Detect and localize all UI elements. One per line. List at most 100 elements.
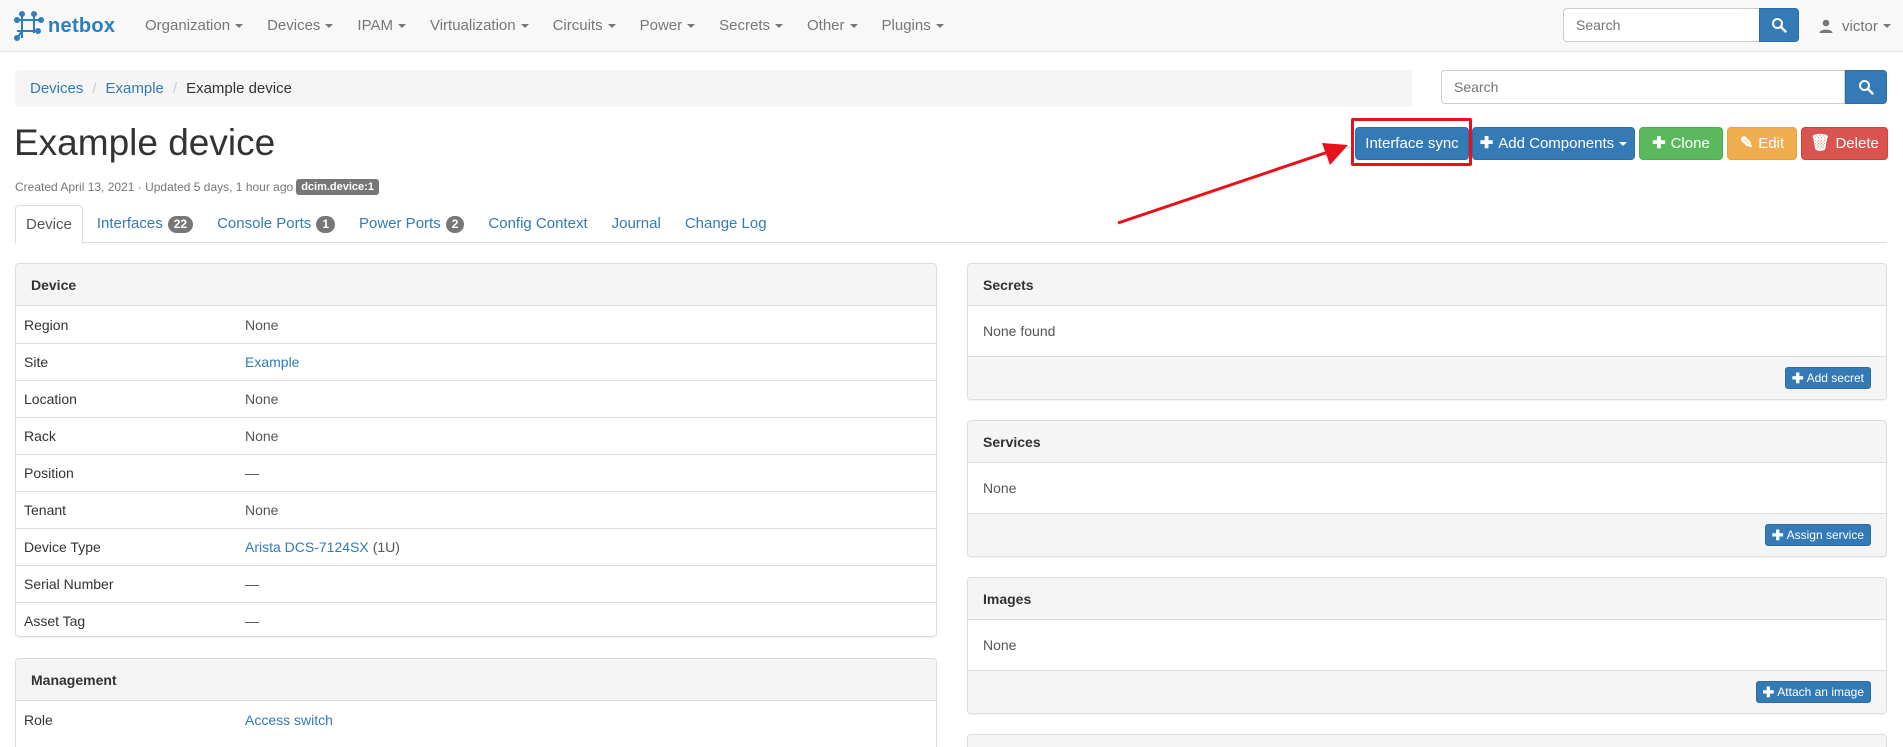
menu-label: Devices (267, 17, 321, 34)
attr-value: None (245, 502, 279, 518)
menu-devices[interactable]: Devices (255, 0, 345, 52)
search-icon (1859, 80, 1874, 95)
management-panel: Management Role Access switch (15, 658, 937, 747)
tab-interfaces[interactable]: Interfaces 22 (87, 205, 203, 243)
breadcrumb-devices[interactable]: Devices (30, 80, 83, 97)
device-tabs: Device Interfaces 22 Console Ports 1 Power… (15, 205, 1887, 244)
plus-icon: ✚ (1652, 134, 1666, 152)
search-icon (1772, 18, 1787, 33)
menu-other[interactable]: Other (795, 0, 870, 52)
role-link[interactable]: Access switch (245, 712, 333, 728)
panel-heading (968, 735, 1886, 747)
attr-value: None (245, 316, 279, 333)
panel-heading: Device (16, 264, 936, 306)
tab-config-context[interactable]: Config Context (478, 205, 597, 243)
created-updated-text: Created April 13, 2021 · Updated 5 days,… (15, 180, 294, 194)
menu-circuits[interactable]: Circuits (541, 0, 628, 52)
table-row: Region None (16, 306, 936, 343)
menu-secrets[interactable]: Secrets (707, 0, 795, 52)
brand-name: netbox (48, 14, 116, 37)
panel-heading: Services (968, 421, 1886, 463)
panel-footer: ✚ Add secret (968, 356, 1886, 399)
site-link[interactable]: Example (245, 354, 299, 370)
page-search-button[interactable] (1845, 70, 1887, 104)
tab-journal[interactable]: Journal (602, 205, 671, 243)
count-badge: 1 (316, 215, 335, 233)
table-row: Rack None (16, 417, 936, 454)
tab-device[interactable]: Device (15, 205, 83, 244)
caret-down-icon (935, 24, 944, 29)
attr-key: Location (24, 391, 77, 407)
table-row: Serial Number — (16, 565, 936, 602)
panel-body-text: None found (983, 323, 1056, 339)
menu-ipam[interactable]: IPAM (345, 0, 418, 52)
panel-footer: ✚ Attach an image (968, 670, 1886, 713)
user-menu[interactable]: victor (1818, 0, 1891, 52)
caret-down-icon (607, 24, 616, 29)
menu-organization[interactable]: Organization (133, 0, 255, 52)
delete-button[interactable]: 🗑 Delete (1801, 127, 1888, 160)
attr-key: Role (24, 711, 53, 728)
tab-label: Console Ports (217, 215, 312, 232)
attr-key: Rack (24, 428, 56, 444)
tab-label: Device (26, 215, 72, 233)
page-title: Example device (14, 122, 276, 163)
tab-label: Interfaces (96, 215, 163, 232)
navbar-search-button[interactable] (1759, 8, 1799, 42)
menu-plugins[interactable]: Plugins (870, 0, 956, 52)
attr-key: Region (24, 316, 69, 333)
table-row: Location None (16, 380, 936, 417)
caret-down-icon (1882, 24, 1891, 28)
table-row: Tenant None (16, 491, 936, 528)
username: victor (1842, 17, 1878, 35)
attr-value: None (245, 428, 279, 444)
device-type-link[interactable]: Arista DCS-7124SX (245, 539, 369, 555)
tab-label: Change Log (684, 215, 767, 232)
button-label: Add Components (1498, 135, 1615, 152)
caret-down-icon (775, 24, 783, 29)
attach-image-button[interactable]: ✚ Attach an image (1755, 681, 1871, 703)
device-panel: Device Region None Site Example Location No… (15, 263, 937, 637)
plus-icon: ✚ (1771, 527, 1784, 543)
brand-logo[interactable]: netbox (14, 10, 115, 42)
caret-down-icon (520, 24, 529, 29)
button-label: Add secret (1806, 371, 1864, 385)
table-row: Device Type Arista DCS-7124SX (1U) (16, 528, 936, 565)
button-label: Attach an image (1777, 685, 1864, 699)
tab-console-ports[interactable]: Console Ports 1 (207, 205, 345, 243)
edit-button[interactable]: ✎ Edit (1727, 127, 1797, 160)
images-panel: Images None ✚ Attach an image (967, 577, 1887, 714)
object-id-tag: dcim.device:1 (296, 179, 379, 195)
menu-label: Power (639, 17, 683, 34)
netbox-logo-icon (14, 11, 44, 41)
menu-label: Plugins (881, 17, 931, 34)
panel-footer: ✚ Assign service (968, 513, 1886, 556)
add-secret-button[interactable]: ✚ Add secret (1784, 367, 1871, 389)
caret-down-icon (325, 24, 334, 29)
plus-icon: ✚ (1762, 684, 1775, 700)
attr-key: Serial Number (24, 576, 114, 592)
top-navbar: netbox Organization Devices IPAM Virtual… (0, 0, 1903, 52)
clone-button[interactable]: ✚ Clone (1639, 127, 1723, 160)
tab-power-ports[interactable]: Power Ports 2 (349, 205, 474, 243)
menu-virtualization[interactable]: Virtualization (418, 0, 541, 52)
menu-label: Organization (145, 17, 231, 34)
assign-service-button[interactable]: ✚ Assign service (1764, 524, 1871, 546)
panel-heading: Images (968, 578, 1886, 620)
page-search-input[interactable] (1441, 70, 1845, 104)
pencil-icon: ✎ (1739, 134, 1754, 152)
count-badge: 22 (167, 215, 194, 233)
menu-power[interactable]: Power (628, 0, 708, 52)
table-row: Position — (16, 454, 936, 491)
caret-down-icon (235, 24, 244, 29)
button-label: Assign service (1786, 528, 1864, 542)
tab-change-log[interactable]: Change Log (675, 205, 777, 243)
navbar-search-input[interactable] (1563, 8, 1760, 42)
table-row: Asset Tag — (16, 602, 936, 636)
breadcrumb-separator: / (92, 80, 97, 97)
attr-value: — (245, 465, 259, 481)
menu-label: Other (807, 17, 845, 34)
caret-down-icon (849, 24, 858, 29)
add-components-button[interactable]: ✚ Add Components (1472, 127, 1635, 160)
breadcrumb-site[interactable]: Example (106, 80, 164, 97)
